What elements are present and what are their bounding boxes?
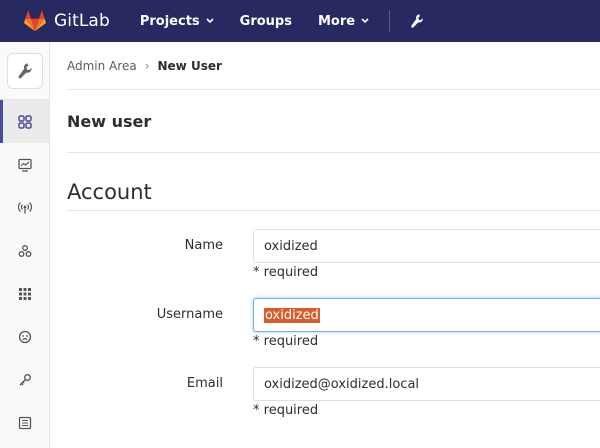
overview-icon xyxy=(17,114,32,129)
sidebar-item-monitoring[interactable] xyxy=(0,143,49,186)
username-label: Username xyxy=(156,307,223,322)
username-required-hint: * required xyxy=(253,334,319,349)
admin-wrench-icon[interactable] xyxy=(410,13,424,29)
name-required-hint: * required xyxy=(253,265,319,280)
main-nav: Projects Groups More xyxy=(140,0,424,42)
sidebar-item-service-templates[interactable] xyxy=(0,401,49,444)
gitlab-home-link[interactable]: GitLab xyxy=(24,0,110,42)
chevron-down-icon xyxy=(206,18,214,24)
main-content: Admin Area › New User New user Account N… xyxy=(67,42,600,418)
name-input[interactable]: oxidized xyxy=(253,229,600,263)
brand-name: GitLab xyxy=(54,11,110,31)
page-title: New user xyxy=(67,90,600,153)
username-input[interactable]: oxidized xyxy=(253,298,600,332)
top-navbar: GitLab Projects Groups More xyxy=(0,0,600,42)
sidebar-item-messages[interactable] xyxy=(0,186,49,229)
wrench-icon xyxy=(18,62,32,78)
name-label: Name xyxy=(184,238,223,253)
monitoring-icon xyxy=(17,158,32,172)
admin-sidebar xyxy=(0,42,50,448)
breadcrumb-current[interactable]: New User xyxy=(158,59,222,73)
breadcrumb-admin-area-link[interactable]: Admin Area xyxy=(67,59,137,73)
key-icon xyxy=(19,373,31,385)
email-input[interactable]: oxidized@oxidized.local xyxy=(253,367,600,401)
sidebar-item-overview[interactable] xyxy=(0,100,49,143)
applications-grid-icon xyxy=(18,287,31,300)
section-title-account: Account xyxy=(67,180,600,211)
username-input-value-selected: oxidized xyxy=(264,307,320,323)
email-input-value: oxidized@oxidized.local xyxy=(264,376,420,392)
nav-projects-dropdown[interactable]: Projects xyxy=(140,14,214,29)
sidebar-item-abuse-reports[interactable] xyxy=(0,315,49,358)
nav-more-dropdown[interactable]: More xyxy=(318,14,369,29)
sidebar-item-hooks[interactable] xyxy=(0,229,49,272)
abuse-reports-icon xyxy=(18,330,31,343)
nav-groups-label: Groups xyxy=(239,13,292,29)
chevron-down-icon xyxy=(361,18,369,24)
sidebar-item-applications[interactable] xyxy=(0,272,49,315)
nav-more-label: More xyxy=(317,13,356,29)
name-input-value: oxidized xyxy=(264,238,318,254)
broadcast-icon xyxy=(17,201,32,213)
hook-icon xyxy=(18,244,31,257)
gitlab-logo-icon xyxy=(24,10,46,32)
email-label: Email xyxy=(186,376,223,391)
breadcrumb: Admin Area › New User xyxy=(67,42,600,90)
sidebar-item-deploy-keys[interactable] xyxy=(0,358,49,401)
breadcrumb-separator: › xyxy=(144,58,150,73)
nav-projects-label: Projects xyxy=(139,13,200,29)
template-icon xyxy=(18,416,31,429)
admin-area-avatar[interactable] xyxy=(6,52,43,89)
sidebar-header xyxy=(0,42,49,100)
nav-divider xyxy=(389,10,391,32)
email-required-hint: * required xyxy=(253,403,319,418)
nav-groups-link[interactable]: Groups xyxy=(240,14,292,29)
